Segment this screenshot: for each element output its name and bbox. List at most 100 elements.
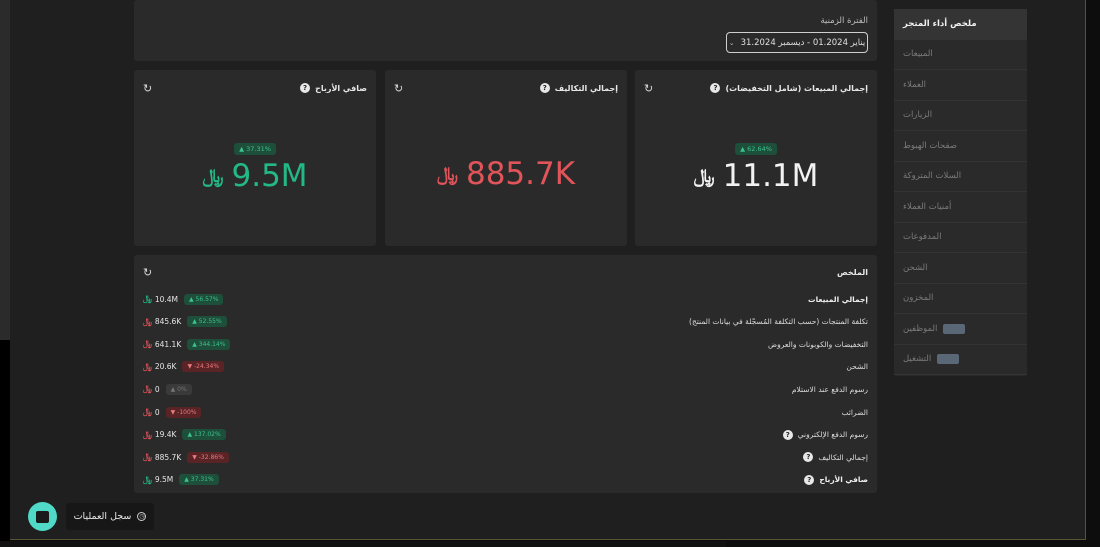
currency-icon: ﷼ [693,165,715,187]
sidebar-item[interactable]: الشحن [894,253,1027,284]
summary-row-value: ﷼ 0 ▲ 0% [143,383,192,395]
sidebar-item[interactable]: الموظفين [894,314,1027,345]
sidebar-item[interactable]: المبيعات [894,40,1027,70]
summary-amount-text: 0 [154,384,160,394]
summary-row: ﷼ 20.6K ▼ -24.34% الشحن [143,359,868,375]
summary-row-value: ﷼ 0 ▼ -100% [143,406,202,418]
summary-row: ﷼ 0 ▲ 0% رسوم الدفع عند الاستلام [143,381,868,397]
summary-amount-text: 10.4M [154,294,179,304]
summary-amount: ﷼ 10.4M [143,294,178,304]
sidebar-item[interactable]: المخزون [894,284,1027,314]
currency-icon: ﷼ [143,384,152,394]
change-badge: ▼ -100% [165,406,202,418]
change-badge: ▲ 137.02% [182,429,226,441]
currency-icon: ﷼ [143,339,152,349]
currency-icon: ﷼ [143,452,152,462]
kpi-change-badge: ▲ 62.64% [735,143,777,155]
refresh-icon[interactable]: ↻ [143,82,152,95]
sidebar-item-row: صفحات الهبوط [903,141,1018,151]
summary-amount: ﷼ 641.1K [143,339,181,349]
kpi-value-text: 885.7K [465,156,576,192]
summary-amount: ﷼ 0 [143,407,160,417]
sidebar-item-label: المبيعات [903,49,933,60]
sidebar-item-label: الموظفين [903,323,938,334]
currency-icon: ﷼ [436,163,458,185]
chevron-down-icon: ⌄ [728,38,735,47]
sidebar-item[interactable]: السلات المتروكة [894,162,1027,192]
kpi-net-profit-card: صافي الأرباح ? ↻ ▲ 37.31% ﷼ 9.5M [134,70,376,246]
sidebar-item[interactable]: التشغيل [894,345,1027,375]
sidebar-item-row: أمنيات العملاء [903,202,1018,212]
summary-row: ﷼ 9.5M ▲ 37.31% صافي الأرباح? [143,472,868,488]
bottom-strip [0,541,726,547]
refresh-icon[interactable]: ↻ [143,266,152,279]
help-icon[interactable]: ? [803,452,814,463]
summary-row-label-text: رسوم الدفع الإلكتروني [797,430,868,440]
summary-amount-text: 0 [154,407,160,417]
summary-row-value: ﷼ 20.6K ▼ -24.34% [143,361,225,373]
summary-amount: ﷼ 0 [143,384,160,394]
sidebar-item-label: أمنيات العملاء [903,201,952,212]
summary-row-label-text: الشحن [846,362,868,372]
change-badge: ▼ -32.86% [187,451,229,463]
change-badge: ▲ 344.14% [187,338,231,350]
sidebar-item-row: الموظفين [903,323,1018,334]
summary-row-value: ﷼ 10.4M ▲ 56.57% [143,293,224,305]
summary-row-value: ﷼ 9.5M ▲ 37.31% [143,474,219,486]
kpi-value: ﷼ 885.7K [385,156,627,192]
refresh-icon[interactable]: ↻ [644,82,653,95]
chat-icon [36,510,49,523]
sidebar-item-label: ملخص أداء المتجر [903,18,977,29]
summary-row-label-text: إجمالي المبيعات [808,294,868,304]
summary-row-label: الشحن [846,362,868,371]
left-background-strip [0,340,10,547]
change-badge: ▼ -24.34% [182,361,225,373]
kpi-value: ﷼ 11.1M [635,158,877,194]
sidebar-item[interactable]: الزيارات [894,101,1027,131]
help-icon[interactable]: ? [782,429,793,440]
sidebar-item-label: المدفوعات [903,232,942,243]
period-label: الفترة الزمنية [820,16,868,26]
summary-row-label: التخفيضات والكوبونات والعروض [768,340,868,349]
summary-row-value: ﷼ 845.6K ▲ 52.55% [143,316,227,328]
sidebar-item-row: الزيارات [903,110,1018,120]
summary-amount-text: 9.5M [154,475,174,485]
summary-card: الملخص ↻ ﷼ 10.4M ▲ 56.57% إجمالي المبيعات ﷼ 8… [134,255,877,493]
reports-sidebar: ملخص أداء المتجر المبيعات العملاء الزيارات ص… [894,9,1027,376]
kpi-value-text: 11.1M [722,158,819,194]
clock-icon: ◷ [137,512,147,521]
sidebar-item[interactable]: أمنيات العملاء [894,192,1027,223]
summary-amount: ﷼ 9.5M [143,475,173,485]
change-badge: ▲ 37.31% [179,474,219,486]
summary-row-value: ﷼ 19.4K ▲ 137.02% [143,429,226,441]
summary-row-label: إجمالي التكاليف? [803,452,868,463]
operations-log-label: سجل العمليات [73,511,132,522]
period-date-picker[interactable]: ⌄ يناير 01.2024 - ديسمبر 31.2024 [726,32,868,53]
summary-row: ﷼ 641.1K ▲ 344.14% التخفيضات والكوبونات وال… [143,336,868,352]
sidebar-item[interactable]: ملخص أداء المتجر [894,9,1027,40]
period-range-text: يناير 01.2024 - ديسمبر 31.2024 [740,37,866,48]
help-icon[interactable]: ? [300,83,311,93]
sidebar-item[interactable]: المدفوعات [894,223,1027,253]
summary-amount: ﷼ 845.6K [143,317,181,327]
help-icon[interactable]: ? [710,83,721,93]
sidebar-item-label: التشغيل [903,354,932,365]
chat-support-button[interactable] [28,502,57,531]
sidebar-item[interactable]: العملاء [894,70,1027,101]
summary-row-label-text: الضرائب [841,407,868,417]
operations-log-button[interactable]: سجل العمليات ◷ [66,503,154,530]
summary-amount: ﷼ 20.6K [143,362,176,372]
help-icon[interactable]: ? [539,83,550,93]
new-badge [943,323,966,334]
summary-amount-text: 885.7K [154,452,182,462]
summary-row-label: رسوم الدفع عند الاستلام [792,385,868,394]
summary-amount: ﷼ 19.4K [143,430,176,440]
help-icon[interactable]: ? [804,474,815,485]
kpi-title: إجمالي المبيعات (شامل التخفيضات) ? [710,83,868,93]
currency-icon: ﷼ [143,474,152,484]
refresh-icon[interactable]: ↻ [394,82,403,95]
sidebar-item[interactable]: صفحات الهبوط [894,131,1027,162]
kpi-title-text: إجمالي المبيعات (شامل التخفيضات) [725,83,868,93]
sidebar-item-row: المدفوعات [903,232,1018,242]
change-badge: ▲ 0% [165,383,192,395]
